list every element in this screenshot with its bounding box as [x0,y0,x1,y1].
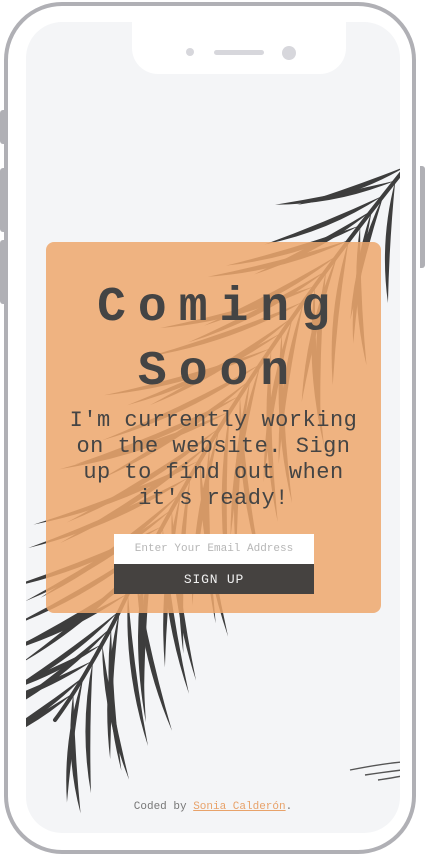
palm-leaflet [401,166,407,283]
title-line-1: Coming [97,281,342,335]
author-link[interactable]: Sonia Calderón [193,801,285,813]
sensor-icon [186,48,194,56]
footer-prefix: Coded by [133,801,187,813]
page-title: Coming Soon [46,276,381,404]
phone-notch [132,22,346,74]
subtitle-text: I'm currently working on the website. Si… [69,408,358,511]
title-line-2: Soon [137,345,302,399]
camera-icon [282,46,296,60]
speaker-icon [214,50,264,55]
sign-up-button[interactable]: SIGN UP [114,564,314,594]
coming-soon-card: Coming Soon I'm currently working on the… [46,242,381,613]
palm-leaflet [26,693,74,753]
email-input[interactable] [114,534,314,564]
palm-leaflet [85,660,93,794]
footer-credit: Coded by Sonia Calderón. [0,801,426,813]
footer-suffix: . [285,801,293,813]
palm-leaflet [102,644,130,780]
palm-leaflet [384,180,396,304]
